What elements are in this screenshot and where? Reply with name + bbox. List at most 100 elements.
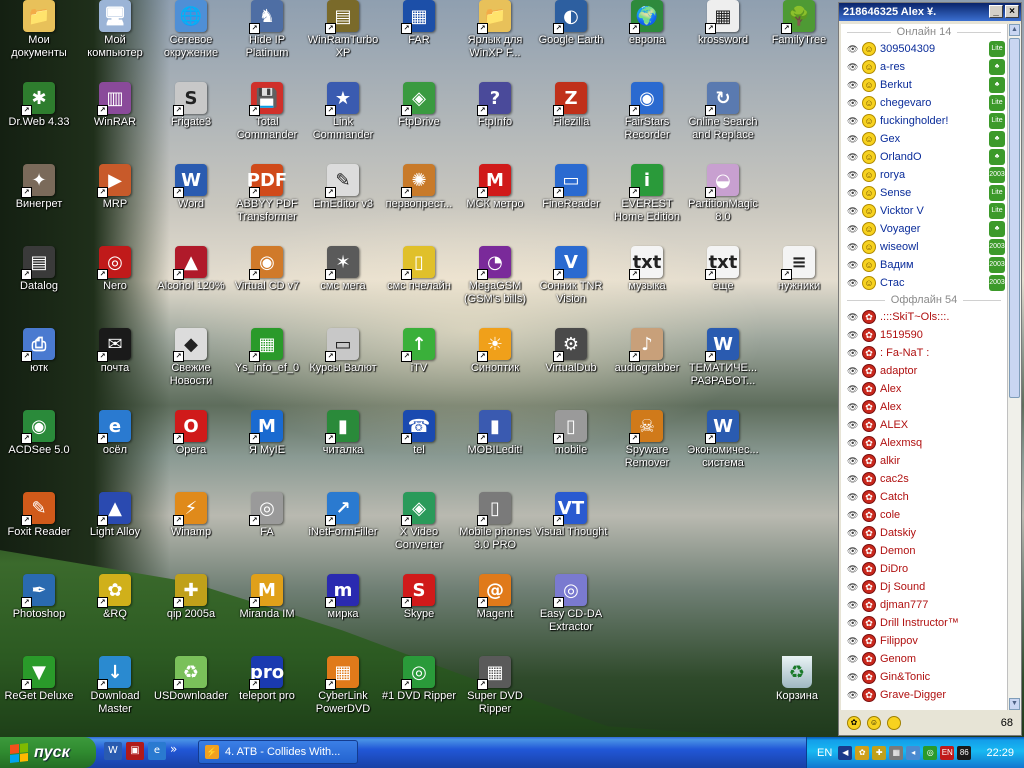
desktop-icon[interactable]: W ↗ Экономичес... система <box>684 410 762 490</box>
desktop-icon[interactable]: V ↗ Сонник TNR Vision <box>532 246 610 326</box>
contact-row-online[interactable]: 👁 ☺ Стас 2003 <box>841 274 1007 292</box>
desktop-icon[interactable]: ◎ ↗ FA <box>228 492 306 572</box>
scrollbar-thumb[interactable] <box>1009 38 1020 398</box>
desktop-icon[interactable]: S ↗ Skype <box>380 574 458 654</box>
contact-row-offline[interactable]: 👁 ✿ .:::SkiT~Ols:::. <box>841 308 1007 326</box>
desktop-icon[interactable]: ◔ ↗ MegaGSM (GSM's bills) <box>456 246 534 326</box>
desktop-icon[interactable]: ↑ ↗ iTV <box>380 328 458 408</box>
desktop-icon[interactable]: 🌍 ↗ европа <box>608 0 686 80</box>
desktop-icon[interactable]: M ↗ МСК метро <box>456 164 534 244</box>
desktop-icon[interactable]: ✺ ↗ первопрест... <box>380 164 458 244</box>
contact-row-online[interactable]: 👁 ☺ rorya 2003 <box>841 166 1007 184</box>
desktop-icon[interactable]: ▦ ↗ FAR <box>380 0 458 80</box>
desktop-icon[interactable]: 💾 ↗ Total Commander <box>228 82 306 162</box>
contact-row-offline[interactable]: 👁 ✿ Dj Sound <box>841 578 1007 596</box>
contact-row-offline[interactable]: 👁 ✿ Catch <box>841 488 1007 506</box>
desktop-icon[interactable]: 🌳 ↗ FamilyTree <box>760 0 838 80</box>
minimize-button[interactable]: _ <box>989 5 1003 18</box>
contact-row-offline[interactable]: 👁 ✿ Datskiy <box>841 524 1007 542</box>
contact-row-offline[interactable]: 👁 ✿ djman777 <box>841 596 1007 614</box>
desktop-icon[interactable]: ✎ ↗ Foxit Reader <box>0 492 78 572</box>
contact-row-offline[interactable]: 👁 ✿ adaptor <box>841 362 1007 380</box>
desktop-icon[interactable]: ◉ ↗ ACDSee 5.0 <box>0 410 78 490</box>
desktop-icon[interactable]: ◒ ↗ PartitionMagic 8.0 <box>684 164 762 244</box>
desktop-icon[interactable]: ◆ ↗ Свежие Новости <box>152 328 230 408</box>
desktop-icon[interactable]: txt ↗ еще <box>684 246 762 326</box>
desktop-icon[interactable]: S ↗ Frigate3 <box>152 82 230 162</box>
desktop-icon[interactable]: ★ ↗ Link Commander <box>304 82 382 162</box>
contact-row-offline[interactable]: 👁 ✿ Alex <box>841 398 1007 416</box>
contact-row-online[interactable]: 👁 ☺ OrlandO ♣ <box>841 148 1007 166</box>
scroll-up-arrow-icon[interactable]: ▲ <box>1009 24 1020 36</box>
desktop-icon[interactable]: 📁 ↗ Ярлык для WinXP F... <box>456 0 534 80</box>
contact-row-online[interactable]: 👁 ☺ fuckingholder! Lite <box>841 112 1007 130</box>
contact-row-offline[interactable]: 👁 ✿ Alex <box>841 380 1007 398</box>
contact-list-scrollbar[interactable]: ▲ ▼ <box>1007 24 1021 710</box>
desktop-icon[interactable]: m ↗ мирка <box>304 574 382 654</box>
desktop-icon[interactable]: W ↗ Word <box>152 164 230 244</box>
desktop-icon[interactable]: ▭ ↗ FineReader <box>532 164 610 244</box>
desktop-icon[interactable]: pro ↗ teleport pro <box>228 656 306 736</box>
main-menu-icon[interactable]: ✿ <box>847 716 861 730</box>
desktop-icon[interactable]: ▥ ↗ WinRAR <box>76 82 154 162</box>
total-commander-quicklaunch-icon[interactable]: ▣ <box>126 742 144 760</box>
tray-antivirus-icon[interactable]: ◎ <box>923 745 938 760</box>
contact-row-offline[interactable]: 👁 ✿ Drill Instructor™ <box>841 614 1007 632</box>
desktop-icon[interactable]: ✱ ↗ Dr.Web 4.33 <box>0 82 78 162</box>
desktop-icon[interactable]: ▯ ↗ смс пчелайн <box>380 246 458 326</box>
language-indicator[interactable]: EN <box>817 747 832 759</box>
tray-qip-icon[interactable]: ✿ <box>855 745 870 760</box>
desktop-icon[interactable]: ♪ ↗ audiograbber <box>608 328 686 408</box>
desktop-icon[interactable]: @ ↗ Magent <box>456 574 534 654</box>
start-button[interactable]: пуск <box>0 737 96 768</box>
contact-row-offline[interactable]: 👁 ✿ Gin&Tonic <box>841 668 1007 686</box>
desktop-icon[interactable]: ◎ ↗ Easy CD-DA Extractor <box>532 574 610 654</box>
desktop-icon[interactable]: ▤ ↗ WinRamTurbo XP <box>304 0 382 80</box>
desktop-icon[interactable]: ◉ ↗ Virtual CD v7 <box>228 246 306 326</box>
desktop-icon[interactable]: ◉ ↗ FairStars Recorder <box>608 82 686 162</box>
desktop-icon[interactable]: M ↗ Miranda IM <box>228 574 306 654</box>
desktop-icon[interactable]: ☎ ↗ tel <box>380 410 458 490</box>
desktop-icon[interactable]: VT ↗ Visual Thought <box>532 492 610 572</box>
desktop-icon[interactable]: ◐ ↗ Google Earth <box>532 0 610 80</box>
desktop-icon[interactable]: ▮ ↗ читалка <box>304 410 382 490</box>
word-quicklaunch-icon[interactable]: W <box>104 742 122 760</box>
desktop-icon[interactable]: PDF ↗ ABBYY PDF Transformer <box>228 164 306 244</box>
desktop-icon[interactable]: ⚙ ↗ VirtualDub <box>532 328 610 408</box>
qip-title-bar[interactable]: 218646325 Alex ¥. _ × <box>839 3 1021 21</box>
desktop-icon[interactable]: ✒ ↗ Photoshop <box>0 574 78 654</box>
desktop-icon[interactable]: txt ↗ музыка <box>608 246 686 326</box>
ie-quicklaunch-icon[interactable]: e <box>148 742 166 760</box>
desktop-icon[interactable]: ✦ ↗ Винегрет <box>0 164 78 244</box>
tray-back-icon[interactable]: ◀ <box>838 745 853 760</box>
close-button[interactable]: × <box>1005 5 1019 18</box>
desktop-icon[interactable]: ▶ ↗ MRP <box>76 164 154 244</box>
contact-row-online[interactable]: 👁 ☺ Vicktor V Lite <box>841 202 1007 220</box>
desktop-icon[interactable]: ▼ ↗ ReGet Deluxe <box>0 656 78 736</box>
desktop-icon[interactable]: ▦ ↗ krossword <box>684 0 762 80</box>
tray-en-icon[interactable]: EN <box>940 745 955 760</box>
desktop-icon[interactable]: 📁 Мои документы <box>0 0 78 80</box>
recycle-bin-icon[interactable]: ♻ Корзина <box>760 656 834 702</box>
desktop-icon[interactable]: ◈ ↗ FtpDrive <box>380 82 458 162</box>
desktop-icon[interactable]: ♞ ↗ Hide IP Platinum <box>228 0 306 80</box>
desktop-icon[interactable]: ✚ ↗ qip 2005a <box>152 574 230 654</box>
desktop-icon[interactable]: ↗ ↗ iNetFormFiller <box>304 492 382 572</box>
desktop-icon[interactable]: i ↗ EVEREST Home Edition <box>608 164 686 244</box>
contact-row-online[interactable]: 👁 ☺ Вадим 2003 <box>841 256 1007 274</box>
tray-counter-icon[interactable]: 86 <box>957 745 972 760</box>
desktop-icon[interactable]: ✉ ↗ почта <box>76 328 154 408</box>
desktop-icon[interactable]: Z ↗ Filezilla <box>532 82 610 162</box>
contact-row-online[interactable]: 👁 ☺ 309504309 Lite <box>841 40 1007 58</box>
desktop-icon[interactable]: ☠ ↗ Spyware Remover <box>608 410 686 490</box>
chevron-icon[interactable]: » <box>170 742 177 760</box>
taskbar-task-atb[interactable]: ⚡ 4. ATB - Collides With... <box>198 740 358 764</box>
online-status-icon[interactable] <box>887 716 901 730</box>
contact-row-offline[interactable]: 👁 ✿ Grave-Digger <box>841 686 1007 704</box>
desktop-icon[interactable]: ▮ ↗ MOBILedit! <box>456 410 534 490</box>
contact-row-online[interactable]: 👁 ☺ a-res ♣ <box>841 58 1007 76</box>
contact-row-online[interactable]: 👁 ☺ Sense Lite <box>841 184 1007 202</box>
desktop-icon[interactable]: ▤ ↗ Datalog <box>0 246 78 326</box>
contact-row-offline[interactable]: 👁 ✿ Alexmsq <box>841 434 1007 452</box>
contact-row-online[interactable]: 👁 ☺ Voyager ♣ <box>841 220 1007 238</box>
